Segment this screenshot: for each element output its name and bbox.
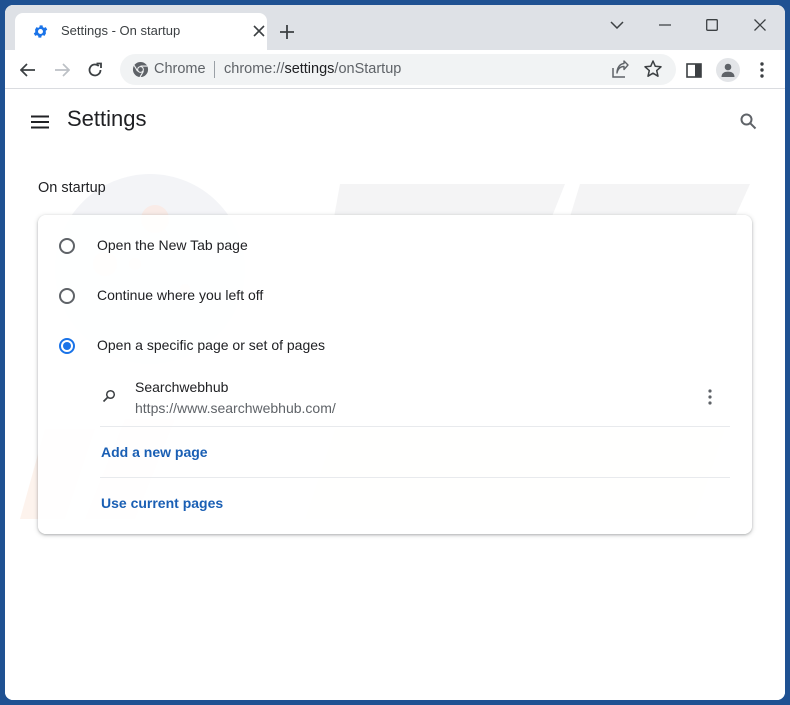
hamburger-icon[interactable] bbox=[29, 111, 51, 133]
toolbar: Chrome chrome://settings/onStartup bbox=[5, 50, 785, 89]
add-page-row: Add a new page bbox=[100, 427, 730, 478]
tab-title: Settings - On startup bbox=[61, 23, 181, 38]
startup-page-name: Searchwebhub bbox=[135, 379, 229, 395]
option-continue[interactable]: Continue where you left off bbox=[38, 265, 752, 315]
page-title: Settings bbox=[67, 106, 147, 131]
share-icon[interactable] bbox=[610, 60, 630, 80]
option-label: Open a specific page or set of pages bbox=[97, 337, 326, 353]
section-title: On startup bbox=[38, 180, 106, 196]
url-text: chrome://settings/onStartup bbox=[224, 61, 402, 77]
close-icon[interactable] bbox=[249, 21, 269, 41]
address-bar[interactable]: Chrome chrome://settings/onStartup bbox=[120, 54, 676, 85]
add-new-page-link[interactable]: Add a new page bbox=[101, 444, 208, 460]
person-icon[interactable] bbox=[716, 58, 740, 82]
kebab-menu-icon[interactable] bbox=[748, 56, 776, 84]
use-current-pages-link[interactable]: Use current pages bbox=[101, 495, 223, 511]
chrome-icon bbox=[132, 61, 149, 78]
maximize-icon[interactable] bbox=[692, 9, 732, 41]
startup-page-url: https://www.searchwebhub.com/ bbox=[135, 400, 336, 416]
tab-settings[interactable]: Settings - On startup bbox=[15, 13, 267, 50]
arrow-right-icon[interactable] bbox=[48, 56, 76, 84]
option-new-tab[interactable]: Open the New Tab page bbox=[38, 215, 752, 265]
arrow-left-icon[interactable] bbox=[14, 56, 42, 84]
use-current-row: Use current pages bbox=[100, 478, 730, 529]
search-icon bbox=[102, 389, 116, 403]
site-label: Chrome bbox=[154, 61, 206, 77]
browser-window: Settings - On startup Chrome chrome://se… bbox=[5, 5, 785, 700]
startup-page-item: Searchwebhub https://www.searchwebhub.co… bbox=[100, 375, 730, 427]
minimize-icon[interactable] bbox=[645, 9, 685, 41]
chevron-down-icon[interactable] bbox=[597, 9, 637, 41]
option-specific-pages[interactable]: Open a specific page or set of pages bbox=[38, 315, 752, 365]
radio-button[interactable] bbox=[59, 238, 75, 254]
radio-button[interactable] bbox=[59, 288, 75, 304]
star-icon[interactable] bbox=[643, 59, 663, 79]
startup-options-card: Open the New Tab page Continue where you… bbox=[38, 215, 752, 534]
omnibox-divider bbox=[214, 61, 215, 78]
settings-page: Settings On startup Open the New Tab pag… bbox=[5, 89, 785, 700]
close-icon[interactable] bbox=[740, 9, 780, 41]
option-label: Open the New Tab page bbox=[97, 237, 248, 253]
radio-button[interactable] bbox=[59, 338, 75, 354]
option-label: Continue where you left off bbox=[97, 287, 264, 303]
plus-icon[interactable] bbox=[276, 21, 298, 43]
reload-icon[interactable] bbox=[81, 56, 109, 84]
tab-strip: Settings - On startup bbox=[5, 5, 785, 50]
side-panel-icon[interactable] bbox=[680, 56, 708, 84]
gear-icon bbox=[32, 23, 49, 40]
kebab-menu-icon[interactable] bbox=[700, 385, 720, 409]
search-icon[interactable] bbox=[736, 109, 760, 133]
